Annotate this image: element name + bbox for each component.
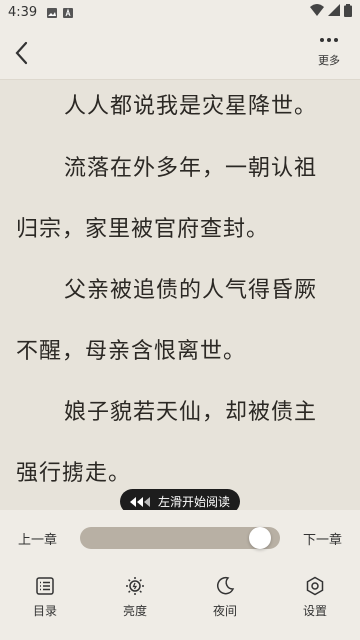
list-icon	[36, 577, 54, 595]
more-button[interactable]: 更多	[314, 34, 344, 74]
reader-control-panel: 上一章 下一章 目录 亮度 夜间 设置	[0, 510, 360, 640]
paragraph: 不醒，母亲含恨离世。	[16, 339, 247, 364]
battery-icon	[344, 3, 352, 21]
reader-top-bar: 更多	[0, 24, 360, 80]
tab-brightness[interactable]: 亮度	[90, 576, 180, 626]
reader-content[interactable]: 人人都说我是灾星降世。 流落在外多年，一朝认祖 归宗，家里被官府查封。 父亲被追…	[0, 80, 360, 510]
slider-thumb[interactable]	[249, 527, 272, 549]
paragraph: 父亲被追债的人气得昏厥	[64, 278, 318, 303]
tab-catalog[interactable]: 目录	[0, 576, 90, 626]
chevron-left-icon	[15, 41, 28, 65]
more-label: 更多	[318, 54, 340, 67]
status-time: 4:39	[8, 4, 38, 20]
paragraph: 人人都说我是灾星降世。	[64, 94, 318, 119]
tab-label: 夜间	[212, 604, 237, 618]
settings-icon	[306, 576, 324, 596]
paragraph: 流落在外多年，一朝认祖	[64, 156, 318, 181]
gallery-notification-icon	[47, 7, 58, 18]
tab-label: 亮度	[122, 604, 147, 618]
swipe-left-arrows-icon	[129, 496, 150, 507]
back-button[interactable]	[8, 38, 36, 68]
toast-text: 左滑开始阅读	[157, 495, 230, 509]
moon-icon	[217, 576, 235, 595]
signal-icon	[328, 4, 340, 20]
tab-label: 目录	[32, 604, 57, 618]
bottom-toolbar: 目录 亮度 夜间 设置	[0, 576, 360, 626]
tab-night-mode[interactable]: 夜间	[180, 576, 270, 626]
paragraph: 娘子貌若天仙，却被债主	[64, 400, 318, 425]
chapter-progress-slider[interactable]	[80, 527, 280, 549]
more-dots-icon	[314, 38, 344, 42]
font-notification-icon	[63, 7, 74, 18]
next-chapter-button[interactable]: 下一章	[303, 529, 342, 548]
wifi-icon	[310, 4, 324, 20]
status-bar: 4:39	[0, 0, 360, 24]
prev-chapter-button[interactable]: 上一章	[18, 529, 57, 548]
tab-label: 设置	[302, 604, 327, 618]
paragraph: 归宗，家里被官府查封。	[16, 217, 270, 242]
chapter-navigation: 上一章 下一章	[0, 525, 360, 553]
brightness-icon	[126, 577, 144, 595]
tab-settings[interactable]: 设置	[270, 576, 360, 626]
